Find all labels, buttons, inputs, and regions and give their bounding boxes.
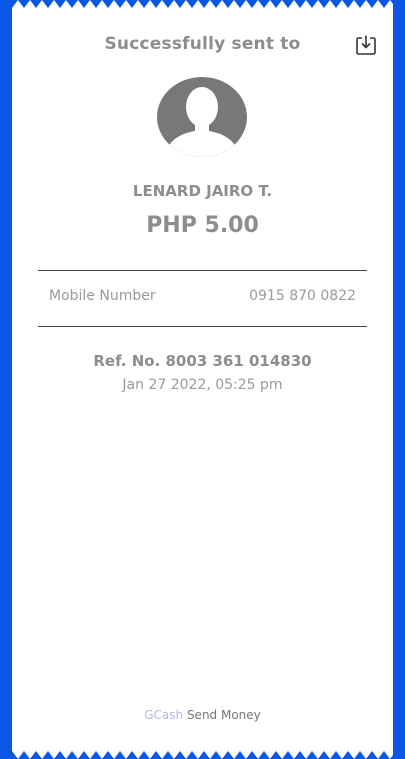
footer: GCash Send Money [12,708,393,722]
transaction-datetime: Jan 27 2022, 05:25 pm [122,377,283,393]
page-title: Successfully sent to [104,34,301,54]
mobile-number-label: Mobile Number [49,288,156,304]
divider [38,326,367,327]
recipient-name: LENARD JAIRO T. [132,182,273,200]
divider [38,270,367,271]
brand-label: GCash [144,708,184,722]
receipt-top-edge [12,0,393,16]
download-button[interactable] [355,34,377,56]
reference-number: Ref. No. 8003 361 014830 [93,352,312,370]
receipt-bottom-edge [12,743,393,759]
footer-caption: Send Money [186,708,261,722]
amount-sent: PHP 5.00 [146,213,259,238]
avatar-placeholder-icon [157,77,247,157]
receipt-card: Successfully sent to LENARD JAIRO T. PHP… [12,0,393,759]
mobile-number-value: 0915 870 0822 [249,288,356,304]
download-icon [356,35,376,55]
